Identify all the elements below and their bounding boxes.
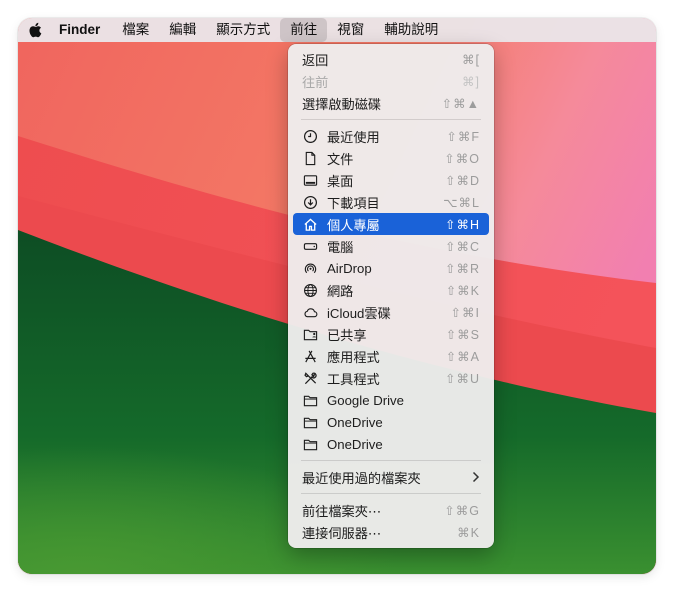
menu-item-label: 個人專屬: [327, 217, 380, 233]
menu-item-onedrive-2[interactable]: OneDrive: [293, 433, 489, 455]
clock-icon: [302, 128, 319, 144]
apple-menu-icon[interactable]: [18, 18, 52, 42]
menubar-help[interactable]: 輔助說明: [374, 18, 448, 42]
shortcut-label: ⌘]: [462, 74, 480, 89]
menu-item-label: 返回: [302, 52, 329, 68]
menu-item-label: 網路: [327, 283, 354, 299]
menu-item-label: AirDrop: [327, 260, 372, 276]
shortcut-label: ⇧⌘H: [444, 217, 480, 232]
menu-item-label: 下載項目: [327, 195, 380, 211]
menu-item-label: 已共享: [327, 327, 367, 343]
menu-item-computer[interactable]: 電腦 ⇧⌘C: [293, 235, 489, 257]
airdrop-icon: [302, 260, 319, 276]
menu-item-label: 最近使用過的檔案夾: [302, 470, 421, 486]
shortcut-label: ⇧⌘D: [444, 173, 480, 188]
menu-item-label: Google Drive: [327, 392, 404, 408]
menu-item-icloud[interactable]: iCloud雲碟 ⇧⌘I: [293, 301, 489, 323]
cloud-icon: [302, 304, 319, 320]
shortcut-label: ⌥⌘L: [443, 195, 480, 210]
shortcut-label: ⇧⌘G: [444, 503, 480, 518]
menu-item-onedrive[interactable]: OneDrive: [293, 411, 489, 433]
menu-item-label: 連接伺服器⋯: [302, 525, 382, 541]
menu-item-connect-server[interactable]: 連接伺服器⋯ ⌘K: [293, 521, 489, 543]
shortcut-label: ⇧⌘A: [445, 349, 480, 364]
menu-item-label: 桌面: [327, 173, 354, 189]
menu-separator: [301, 460, 481, 461]
chevron-right-icon: [471, 471, 480, 483]
shortcut-label: ⇧⌘R: [444, 261, 480, 276]
menu-separator: [301, 493, 481, 494]
shortcut-label: ⇧⌘C: [444, 239, 480, 254]
shortcut-label: ⇧⌘O: [444, 151, 480, 166]
menu-item-applications[interactable]: 應用程式 ⇧⌘A: [293, 345, 489, 367]
download-icon: [302, 194, 319, 210]
folder-icon: [302, 436, 319, 452]
shortcut-label: ⇧⌘I: [450, 305, 480, 320]
shortcut-label: ⇧⌘S: [445, 327, 480, 342]
desktop-window: Finder 檔案 編輯 顯示方式 前往 視窗 輔助說明 返回 ⌘[ 往前 ⌘]…: [18, 18, 656, 574]
utilities-icon: [302, 370, 319, 386]
menubar-view[interactable]: 顯示方式: [206, 18, 280, 42]
shortcut-label: ⇧⌘F: [446, 129, 480, 144]
applications-icon: [302, 348, 319, 364]
menu-item-utilities[interactable]: 工具程式 ⇧⌘U: [293, 367, 489, 389]
go-menu: 返回 ⌘[ 往前 ⌘] 選擇啟動磁碟 ⇧⌘▲ 最近使用 ⇧⌘F 文件 ⇧⌘O 桌…: [288, 44, 494, 548]
menubar-window[interactable]: 視窗: [327, 18, 374, 42]
home-icon: [302, 216, 319, 232]
menu-item-label: 前往檔案夾⋯: [302, 503, 382, 519]
menu-item-documents[interactable]: 文件 ⇧⌘O: [293, 147, 489, 169]
menubar-go[interactable]: 前往: [280, 18, 328, 42]
menu-item-back[interactable]: 返回 ⌘[: [293, 48, 489, 70]
folder-icon: [302, 414, 319, 430]
menu-item-label: 最近使用: [327, 129, 380, 145]
menubar-file[interactable]: 檔案: [112, 18, 159, 42]
menu-item-label: 應用程式: [327, 349, 380, 365]
shortcut-label: ⌘K: [457, 525, 480, 540]
menu-item-go-to-folder[interactable]: 前往檔案夾⋯ ⇧⌘G: [293, 499, 489, 521]
shortcut-label: ⇧⌘U: [444, 371, 480, 386]
menu-item-forward: 往前 ⌘]: [293, 70, 489, 92]
desktop-icon: [302, 172, 319, 188]
menu-item-label: 文件: [327, 151, 354, 167]
document-icon: [302, 150, 319, 166]
globe-icon: [302, 282, 319, 298]
folder-icon: [302, 392, 319, 408]
shortcut-label: ⌘[: [462, 52, 480, 67]
menubar-edit[interactable]: 編輯: [159, 18, 206, 42]
menu-item-startup-disk[interactable]: 選擇啟動磁碟 ⇧⌘▲: [293, 92, 489, 114]
menu-item-recent-folders[interactable]: 最近使用過的檔案夾: [293, 466, 489, 488]
menu-item-recents[interactable]: 最近使用 ⇧⌘F: [293, 125, 489, 147]
menu-item-label: iCloud雲碟: [327, 305, 391, 321]
computer-icon: [302, 238, 319, 254]
menu-item-label: 往前: [302, 74, 329, 90]
shared-folder-icon: [302, 326, 319, 342]
menu-bar: Finder 檔案 編輯 顯示方式 前往 視窗 輔助說明: [18, 18, 656, 42]
menu-item-network[interactable]: 網路 ⇧⌘K: [293, 279, 489, 301]
menu-item-google-drive[interactable]: Google Drive: [293, 389, 489, 411]
shortcut-label: ⇧⌘K: [445, 283, 480, 298]
menu-item-shared[interactable]: 已共享 ⇧⌘S: [293, 323, 489, 345]
menu-item-downloads[interactable]: 下載項目 ⌥⌘L: [293, 191, 489, 213]
menu-item-label: OneDrive: [327, 436, 383, 452]
menu-item-label: 選擇啟動磁碟: [302, 96, 382, 112]
menu-item-label: 工具程式: [327, 371, 380, 387]
menu-separator: [301, 119, 481, 120]
menu-item-label: 電腦: [327, 239, 354, 255]
menu-item-airdrop[interactable]: AirDrop ⇧⌘R: [293, 257, 489, 279]
menubar-app-finder[interactable]: Finder: [52, 18, 112, 42]
menu-item-desktop[interactable]: 桌面 ⇧⌘D: [293, 169, 489, 191]
menu-item-home[interactable]: 個人專屬 ⇧⌘H: [293, 213, 489, 235]
shortcut-label: ⇧⌘▲: [441, 96, 480, 111]
menu-item-label: OneDrive: [327, 414, 383, 430]
